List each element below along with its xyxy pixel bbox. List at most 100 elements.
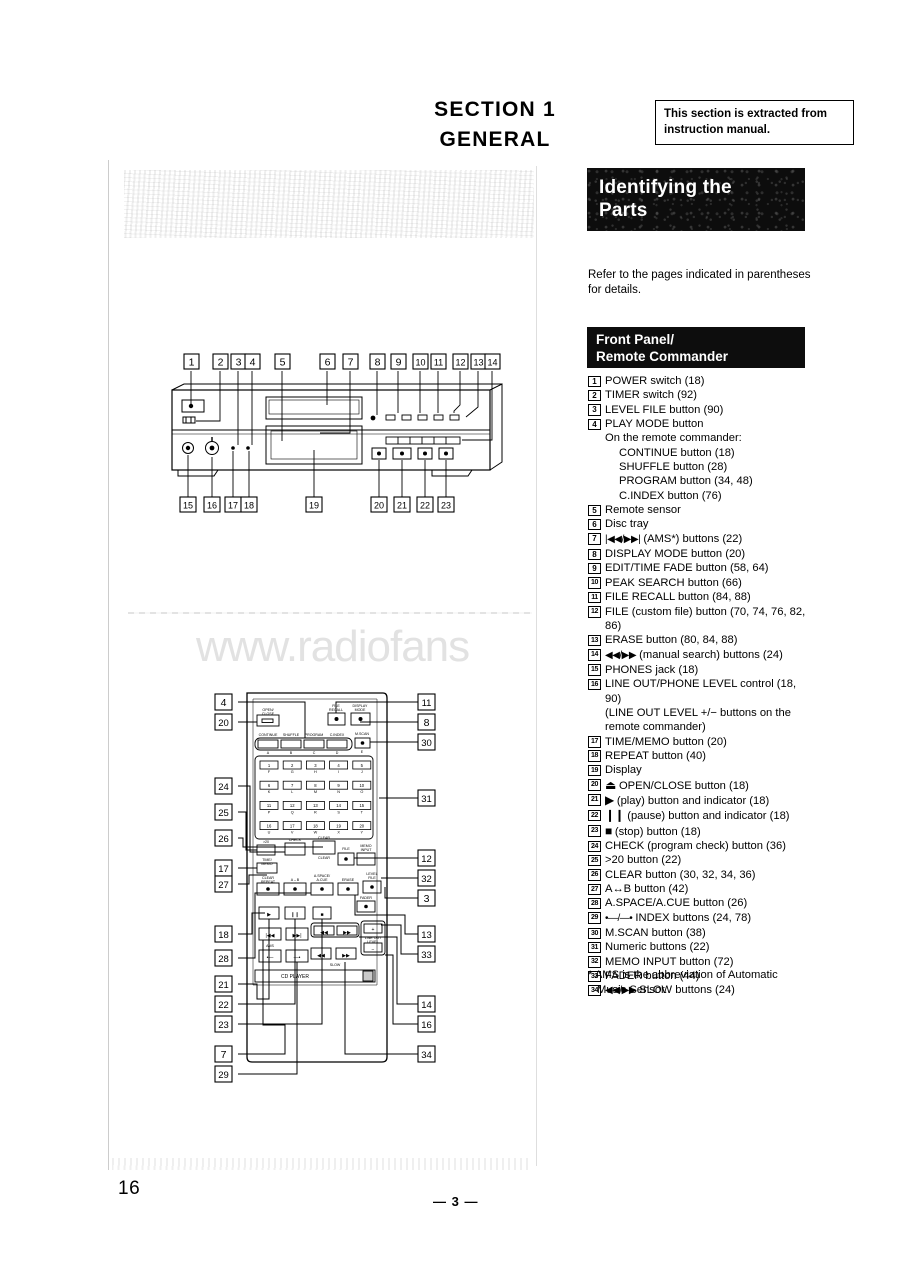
parts-list-item: 17 TIME/MEMO button (20) — [588, 735, 820, 749]
scan-edge-left — [108, 160, 110, 1170]
parts-list-item: 28 A.SPACE/A.CUE button (26) — [588, 896, 820, 910]
remote-numeric-key-letter: N — [337, 790, 340, 794]
scan-edge-right — [536, 166, 538, 1166]
svg-text:PROGRAM: PROGRAM — [305, 733, 324, 737]
svg-text:◀◀: ◀◀ — [317, 953, 325, 959]
svg-text:3: 3 — [236, 357, 242, 369]
remote-numeric-key-letter: T — [361, 810, 364, 814]
svg-text:CHECK: CHECK — [289, 838, 302, 842]
svg-text:A.CUE: A.CUE — [317, 878, 329, 882]
parts-list-item: 6 Disc tray — [588, 517, 820, 531]
svg-text:FILE: FILE — [342, 847, 350, 851]
remote-numeric-key-number: 7 — [291, 783, 294, 788]
svg-text:9: 9 — [396, 357, 402, 369]
parts-list-item-number: 24 — [588, 840, 601, 852]
svg-text:•—: •— — [267, 955, 274, 961]
front-panel-diagram: 1 2 3 4 5 6 7 8 9 10 11 12 13 14 15 16 1… — [170, 345, 520, 525]
parts-list-item-number: 10 — [588, 577, 601, 589]
parts-list-subitem: (LINE OUT LEVEL +/− buttons on the — [605, 706, 791, 719]
svg-text:D: D — [336, 751, 339, 755]
svg-text:34: 34 — [421, 1050, 432, 1061]
parts-list-item: 22 ❙❙ (pause) button and indicator (18) — [588, 808, 820, 823]
svg-text:MEMO: MEMO — [261, 862, 272, 866]
svg-text:4: 4 — [221, 697, 227, 709]
parts-list-item: 14 ◀◀/▶▶ (manual search) buttons (24) — [588, 648, 820, 663]
parts-list-item: 1 POWER switch (18) — [588, 374, 820, 388]
parts-list-item-number: 21 — [588, 794, 601, 806]
remote-numeric-key-letter: X — [337, 831, 340, 835]
parts-list-item-label: PHONES jack (18) — [605, 663, 699, 676]
parts-list-item: 7 |◀◀/▶▶| (AMS*) buttons (22) — [588, 532, 820, 547]
parts-list-item-label: Display — [605, 764, 642, 777]
parts-list-subitem: 86) — [605, 619, 622, 632]
svg-text:C.INDEX: C.INDEX — [330, 733, 345, 737]
page-number-center: — 3 — — [433, 1194, 479, 1209]
parts-list-item-label: FILE (custom file) button (70, 74, 76, 8… — [605, 605, 806, 618]
svg-text:2: 2 — [218, 357, 224, 369]
svg-text:15: 15 — [183, 501, 193, 511]
parts-list-item-number: 32 — [588, 956, 601, 968]
parts-list-item-number: 31 — [588, 941, 601, 954]
svg-text:1: 1 — [189, 357, 195, 369]
parts-list-item-number: 9 — [588, 562, 601, 575]
remote-numeric-key-number: 20 — [359, 823, 364, 828]
parts-list-item-label: DISPLAY MODE button (20) — [605, 548, 746, 561]
parts-list-item: 5 Remote sensor — [588, 503, 820, 517]
remote-numeric-key-letter: W — [314, 831, 318, 835]
svg-text:5: 5 — [280, 357, 286, 369]
parts-list-item-number: 20 — [588, 779, 601, 791]
parts-list-item-label: PEAK SEARCH button (66) — [605, 576, 742, 589]
parts-list-item: 11 FILE RECALL button (84, 88) — [588, 590, 820, 604]
scan-smudge-top — [124, 170, 534, 238]
page-number-left: 16 — [118, 1178, 141, 1199]
parts-list-item-label: (play) button and indicator (18) — [613, 794, 770, 807]
svg-text:10: 10 — [415, 358, 425, 368]
parts-list-item: 29 •—/—• INDEX buttons (24, 78) — [588, 911, 820, 926]
remote-numeric-key-number: 10 — [359, 783, 364, 788]
remote-numeric-key-number: 19 — [336, 823, 341, 828]
parts-list-item-number: 30 — [588, 927, 601, 940]
svg-text:LEVEL: LEVEL — [367, 940, 378, 944]
svg-text:A↔B: A↔B — [291, 878, 300, 882]
svg-text:22: 22 — [420, 501, 430, 511]
parts-list-item-label: OPEN/CLOSE button (18) — [615, 779, 749, 792]
parts-list-item-number: 11 — [588, 591, 601, 604]
parts-list-item-number: 16 — [588, 678, 601, 691]
remote-numeric-key-number: 18 — [313, 823, 318, 828]
parts-list-item-label: LEVEL FILE button (90) — [605, 403, 724, 416]
svg-text:INPUT: INPUT — [361, 848, 373, 852]
parts-list-item: 8 DISPLAY MODE button (20) — [588, 547, 820, 561]
svg-text:❙❙: ❙❙ — [291, 912, 299, 918]
svg-text:SLOW: SLOW — [330, 963, 341, 967]
parts-list-item-label: CLEAR button (30, 32, 34, 36) — [605, 868, 756, 881]
svg-text:11: 11 — [434, 358, 443, 368]
parts-list-item: 3 LEVEL FILE button (90) — [588, 403, 820, 417]
scan-smudge-bottom — [112, 1158, 532, 1170]
remote-numeric-key-number: 5 — [361, 763, 364, 768]
front-panel-banner-line2: Remote Commander — [596, 349, 729, 364]
remote-numeric-key-letter: L — [291, 790, 293, 794]
svg-text:CLEAR: CLEAR — [318, 836, 330, 840]
parts-list-subitem: C.INDEX button (76) — [619, 489, 722, 502]
svg-text:20: 20 — [218, 718, 229, 729]
svg-text:▶▶: ▶▶ — [342, 953, 350, 959]
parts-list-item: 4 PLAY MODE button — [588, 417, 820, 431]
svg-text:11: 11 — [422, 698, 432, 709]
svg-text:7: 7 — [348, 357, 354, 369]
svg-text:C: C — [313, 751, 316, 755]
parts-list-item-label: M.SCAN button (38) — [605, 927, 706, 940]
parts-list-subitem: 90) — [605, 692, 622, 705]
remote-numeric-key-number: 17 — [290, 823, 295, 828]
svg-text:◀◀: ◀◀ — [320, 930, 328, 936]
svg-text:6: 6 — [325, 357, 331, 369]
parts-list-item-number: 2 — [588, 389, 601, 402]
parts-list-item-label: (pause) button and indicator (18) — [624, 810, 790, 823]
remote-numeric-key-number: 2 — [291, 763, 294, 768]
svg-text:13: 13 — [473, 358, 483, 368]
parts-list-item-symbol: •—/—• — [605, 912, 633, 924]
svg-text:28: 28 — [218, 954, 229, 965]
parts-list-item-label: A↔B button (42) — [605, 883, 689, 896]
svg-text:31: 31 — [421, 794, 432, 805]
svg-text:33: 33 — [421, 950, 432, 961]
parts-list-item-number: 19 — [588, 764, 601, 777]
